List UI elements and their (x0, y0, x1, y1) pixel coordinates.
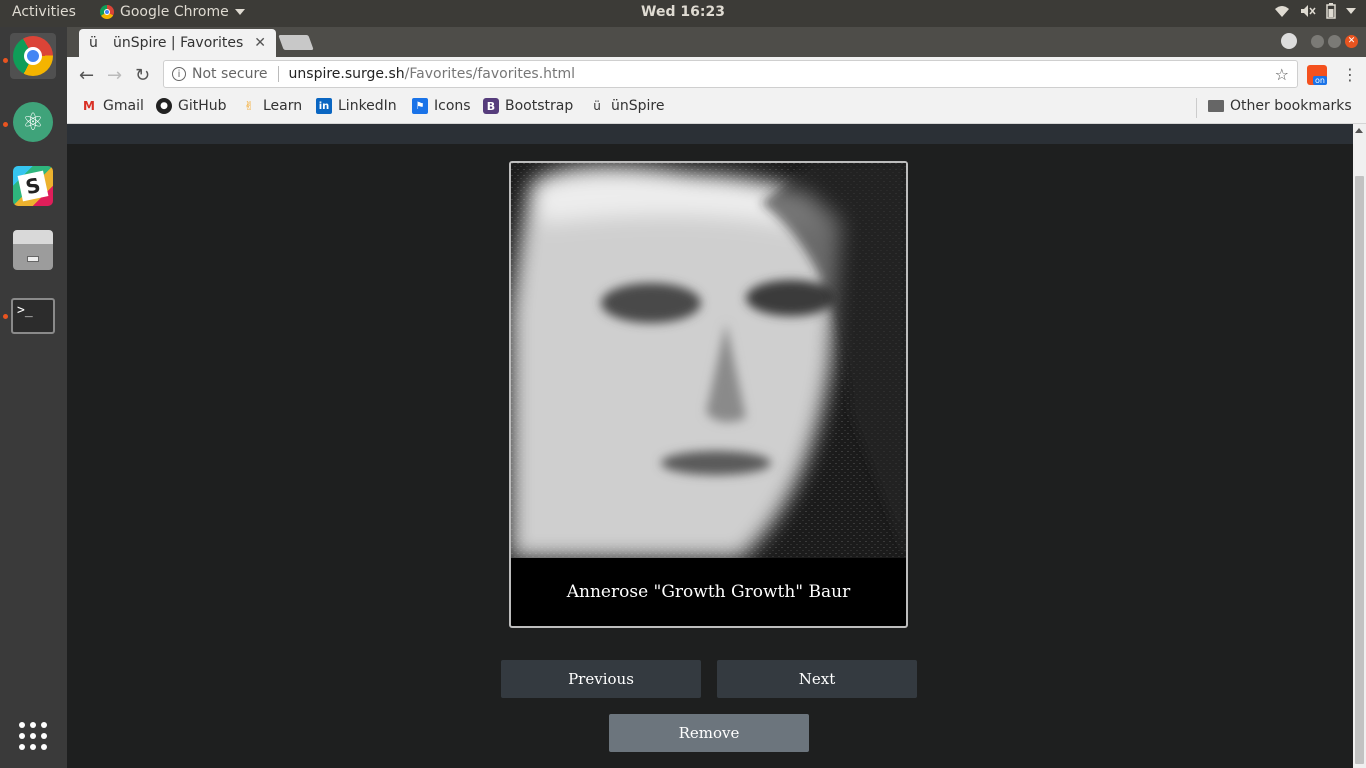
new-tab-button[interactable] (278, 35, 314, 50)
system-menu-chevron-icon (1346, 8, 1356, 14)
slack-icon: S (13, 166, 53, 206)
close-icon[interactable]: ✕ (254, 35, 266, 51)
terminal-icon: >_ (11, 298, 55, 334)
bookmark-label: ünSpire (611, 98, 665, 114)
bookmarks-bar: M Gmail ● GitHub ✌ Learn in LinkedIn ⚑ I… (67, 93, 1366, 124)
chrome-small-icon (100, 5, 114, 19)
window-close-button[interactable]: ✕ (1345, 34, 1358, 48)
bookmark-label: Learn (263, 98, 303, 114)
scrollbar[interactable] (1353, 124, 1366, 768)
minimize-button[interactable] (1311, 34, 1324, 48)
chrome-icon (13, 36, 53, 76)
icons-flag-icon: ⚑ (412, 98, 428, 114)
bookmark-gmail[interactable]: M Gmail (81, 98, 144, 114)
running-indicator (3, 314, 8, 319)
bookmark-unspire[interactable]: ü ünSpire (589, 98, 664, 114)
bookmark-label: Bootstrap (505, 98, 574, 114)
other-bookmarks-label: Other bookmarks (1230, 98, 1352, 114)
app-menu[interactable]: Google Chrome (100, 4, 245, 20)
remove-button[interactable]: Remove (609, 714, 809, 752)
dock: ⚛ S >_ (0, 27, 67, 768)
portrait-image (511, 163, 906, 558)
system-top-bar: Activities Google Chrome Wed 16:23 (0, 0, 1366, 27)
unspire-favicon-icon: ü (89, 35, 98, 51)
app-menu-label: Google Chrome (120, 4, 229, 20)
bookmarks-divider (1196, 98, 1197, 118)
bookmark-label: Icons (434, 98, 471, 114)
extension-badge: on (1313, 76, 1327, 85)
divider (277, 66, 279, 82)
portrait-photo (511, 163, 906, 558)
battery-icon (1326, 3, 1336, 19)
bookmark-label: GitHub (178, 98, 227, 114)
extension-icon[interactable]: on (1307, 65, 1327, 85)
other-bookmarks[interactable]: Other bookmarks (1208, 98, 1352, 114)
url-path: /Favorites/favorites.html (404, 66, 576, 82)
bookmark-star-icon[interactable]: ☆ (1275, 65, 1289, 84)
wifi-icon (1275, 6, 1289, 17)
dock-atom[interactable]: ⚛ (10, 99, 56, 145)
browser-toolbar: ← → ↻ i Not secure unspire.surge.sh /Fav… (67, 57, 1366, 93)
bookmark-bootstrap[interactable]: B Bootstrap (483, 98, 573, 114)
system-tray[interactable] (1274, 3, 1356, 19)
gmail-icon: M (83, 99, 95, 113)
previous-button[interactable]: Previous (501, 660, 701, 698)
dock-chrome[interactable] (10, 33, 56, 79)
linkedin-icon: in (316, 98, 332, 114)
folder-icon (1208, 100, 1224, 112)
bookmark-label: LinkedIn (338, 98, 397, 114)
back-arrow-icon[interactable]: ← (79, 65, 94, 86)
running-indicator (3, 122, 8, 127)
forward-arrow-icon[interactable]: → (107, 65, 122, 86)
info-icon[interactable]: i (172, 67, 186, 81)
reload-icon[interactable]: ↻ (135, 65, 150, 86)
menu-kebab-icon[interactable]: ⋮ (1342, 65, 1358, 84)
tab-title: ünSpire | Favorites (113, 35, 244, 51)
bookmark-github[interactable]: ● GitHub (156, 98, 227, 114)
bookmark-linkedin[interactable]: in LinkedIn (316, 98, 397, 114)
page-content: Annerose "Growth Growth" Baur Previous N… (67, 124, 1366, 768)
next-button[interactable]: Next (717, 660, 917, 698)
maximize-button[interactable] (1328, 34, 1341, 48)
running-indicator (3, 58, 8, 63)
favorite-card: Annerose "Growth Growth" Baur (509, 161, 908, 628)
page-navbar (67, 124, 1353, 144)
github-icon: ● (156, 98, 172, 114)
window-controls: ✕ (1281, 33, 1358, 49)
chrome-window: ü ünSpire | Favorites ✕ ✕ ← → ↻ i Not se… (67, 27, 1366, 768)
address-bar[interactable]: i Not secure unspire.surge.sh /Favorites… (163, 60, 1298, 88)
bookmark-icons[interactable]: ⚑ Icons (412, 98, 471, 114)
bookmark-label: Gmail (103, 98, 144, 114)
files-icon (13, 230, 53, 270)
dock-files[interactable] (10, 227, 56, 273)
scrollbar-thumb[interactable] (1355, 176, 1364, 764)
favorite-caption: Annerose "Growth Growth" Baur (566, 582, 851, 602)
learn-icon: ✌ (243, 99, 255, 113)
atom-icon: ⚛ (13, 102, 53, 142)
volume-icon (1301, 5, 1316, 17)
activities-button[interactable]: Activities (12, 4, 76, 20)
app-grid-icon (19, 722, 47, 750)
unspire-icon: ü (593, 99, 601, 113)
bootstrap-icon: B (483, 98, 499, 114)
bookmark-learn[interactable]: ✌ Learn (241, 98, 302, 114)
profile-icon[interactable] (1281, 33, 1297, 49)
chevron-down-icon (234, 9, 245, 15)
scroll-up-arrow-icon[interactable] (1355, 128, 1363, 133)
tab-strip: ü ünSpire | Favorites ✕ ✕ (67, 27, 1366, 57)
url-host: unspire.surge.sh (288, 66, 405, 82)
dock-show-applications[interactable] (10, 713, 56, 759)
security-label: Not secure (192, 66, 268, 82)
dock-slack[interactable]: S (10, 163, 56, 209)
dock-terminal[interactable]: >_ (10, 293, 56, 339)
tab-unspire-favorites[interactable]: ü ünSpire | Favorites ✕ (79, 29, 276, 57)
